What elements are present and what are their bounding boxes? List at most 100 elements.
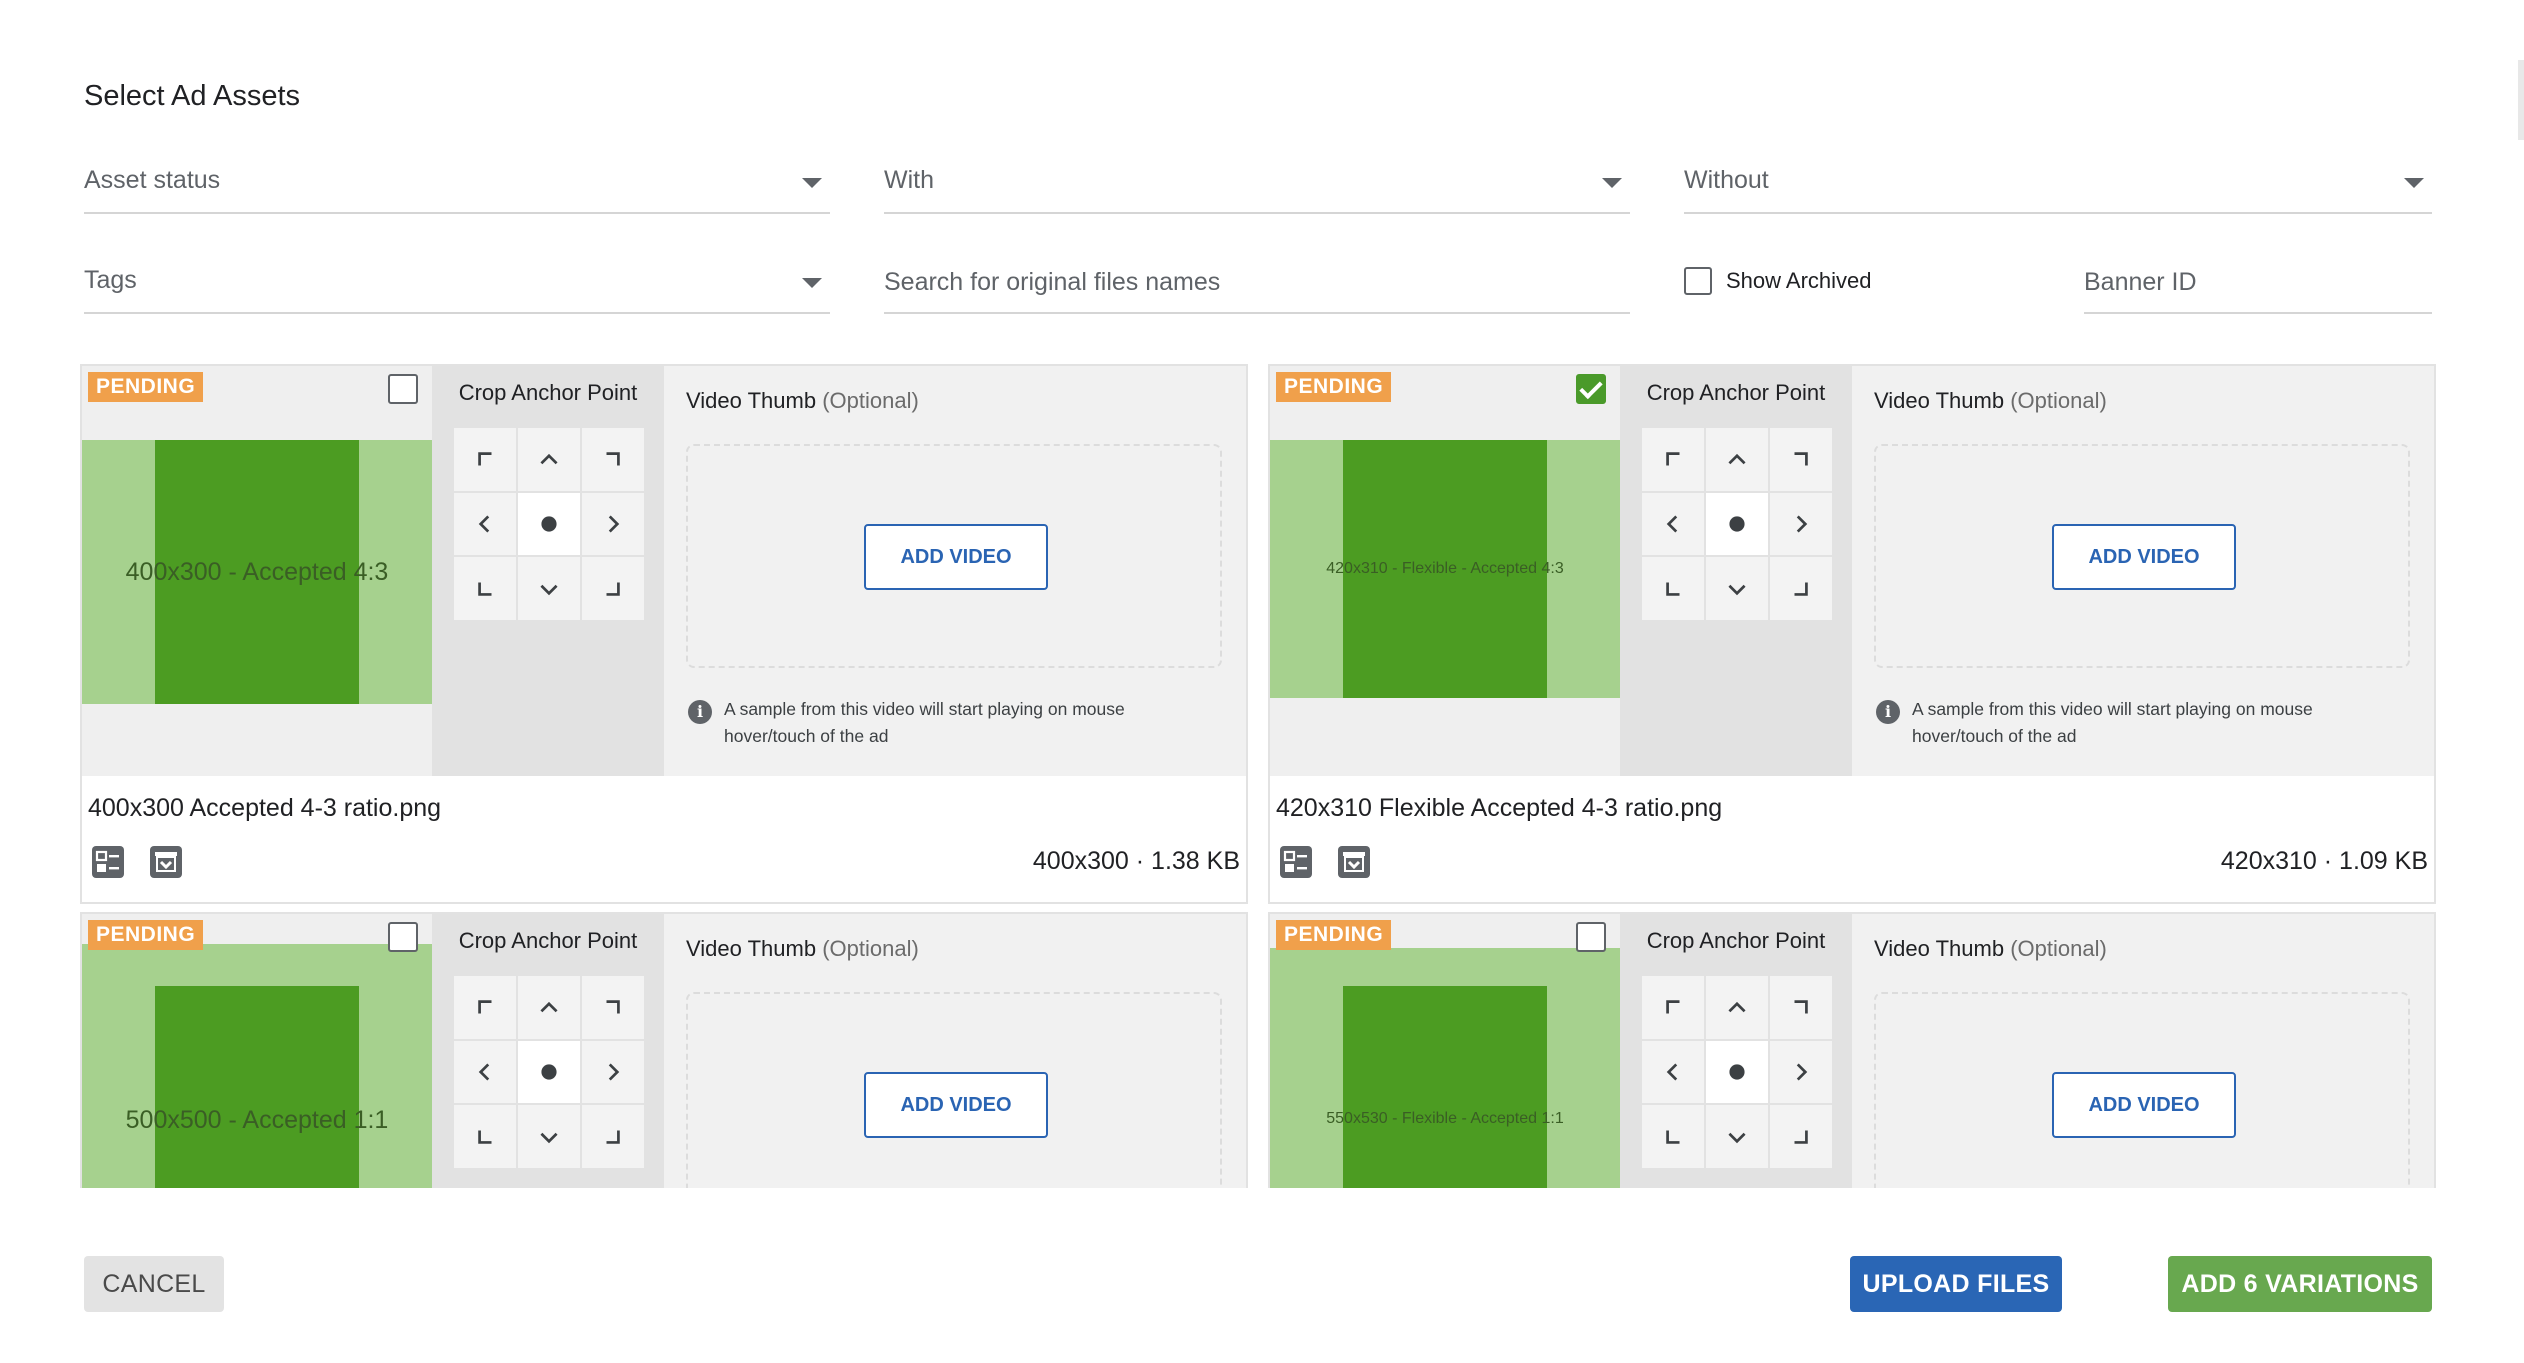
add-video-button[interactable]: ADD VIDEO: [864, 1072, 1048, 1138]
anchor-bottom[interactable]: [1706, 557, 1768, 620]
archive-icon[interactable]: [148, 844, 184, 880]
video-thumb-label: Video Thumb: [686, 388, 817, 413]
without-select[interactable]: Without: [1684, 154, 2432, 214]
crop-anchor-title: Crop Anchor Point: [1646, 928, 1826, 953]
banner-id-input[interactable]: [2084, 258, 2432, 306]
corner-top-right-icon: [606, 1000, 620, 1014]
corner-bottom-left-icon: [1666, 582, 1680, 596]
anchor-center[interactable]: [518, 1040, 580, 1104]
tags-label: Tags: [84, 266, 137, 294]
preview-caption: 400x300 - Accepted 4:3: [125, 558, 389, 586]
anchor-bottom-left[interactable]: [454, 1105, 516, 1168]
anchor-bottom-left[interactable]: [1642, 1105, 1704, 1168]
asset-preview[interactable]: 400x300 - Accepted 4:3 PENDING: [82, 366, 432, 776]
anchor-bottom-right[interactable]: [1770, 1105, 1832, 1168]
asset-actions: [1278, 844, 1372, 880]
details-icon[interactable]: [90, 844, 126, 880]
dialog-scrollbar[interactable]: [2518, 60, 2524, 140]
crop-anchor-pad: [454, 976, 644, 1168]
anchor-center[interactable]: [518, 492, 580, 556]
anchor-top-right[interactable]: [582, 428, 644, 491]
anchor-center[interactable]: [1706, 1040, 1768, 1104]
preview-caption: 500x500 - Accepted 1:1: [125, 1106, 389, 1134]
upload-files-button[interactable]: UPLOAD FILES: [1850, 1256, 2062, 1312]
anchor-top-left[interactable]: [1642, 976, 1704, 1039]
asset-file-name: 420x310 Flexible Accepted 4-3 ratio.png: [1276, 794, 1723, 822]
anchor-top-right[interactable]: [1770, 428, 1832, 491]
archive-icon[interactable]: [1336, 844, 1372, 880]
add-variations-button[interactable]: ADD 6 VARIATIONS: [2168, 1256, 2432, 1312]
anchor-left[interactable]: [1642, 1040, 1704, 1104]
asset-preview[interactable]: 550x530 - Flexible - Accepted 1:1 PENDIN…: [1270, 914, 1620, 1188]
video-thumb-title: Video Thumb (Optional): [1874, 388, 2107, 414]
with-select[interactable]: With: [884, 154, 1630, 214]
anchor-top-right[interactable]: [582, 976, 644, 1039]
add-video-button[interactable]: ADD VIDEO: [864, 524, 1048, 590]
add-video-button[interactable]: ADD VIDEO: [2052, 524, 2236, 590]
asset-status-select[interactable]: Asset status: [84, 154, 830, 214]
add-video-button[interactable]: ADD VIDEO: [2052, 1072, 2236, 1138]
crop-anchor-pad: [1642, 976, 1832, 1168]
crop-anchor-panel: Crop Anchor Point: [1620, 366, 1852, 776]
select-asset-checkbox[interactable]: [388, 374, 418, 404]
anchor-bottom-right[interactable]: [582, 557, 644, 620]
file-name-search-input[interactable]: [884, 258, 1630, 306]
video-drop-zone[interactable]: ADD VIDEO: [686, 992, 1222, 1188]
corner-top-right-icon: [1794, 1000, 1808, 1014]
anchor-center[interactable]: [1706, 492, 1768, 556]
status-badge: PENDING: [1276, 920, 1392, 950]
video-drop-zone[interactable]: ADD VIDEO: [1874, 444, 2410, 668]
asset-preview[interactable]: 500x500 - Accepted 1:1 PENDING: [82, 914, 432, 1188]
dot-icon: [1729, 1064, 1745, 1080]
anchor-top[interactable]: [518, 976, 580, 1039]
tags-select[interactable]: Tags: [84, 254, 830, 314]
anchor-bottom-right[interactable]: [1770, 557, 1832, 620]
anchor-top[interactable]: [1706, 428, 1768, 491]
anchor-top-left[interactable]: [454, 976, 516, 1039]
corner-top-left-icon: [478, 1000, 492, 1014]
anchor-right[interactable]: [582, 1040, 644, 1104]
status-badge: PENDING: [88, 372, 204, 402]
anchor-left[interactable]: [1642, 492, 1704, 556]
select-asset-checkbox[interactable]: [1576, 922, 1606, 952]
show-archived-checkbox[interactable]: [1684, 267, 1712, 295]
anchor-left[interactable]: [454, 492, 516, 556]
asset-preview[interactable]: 420x310 - Flexible - Accepted 4:3 PENDIN…: [1270, 366, 1620, 776]
anchor-bottom[interactable]: [1706, 1105, 1768, 1168]
video-thumb-panel: Video Thumb (Optional) ADD VIDEO: [664, 914, 1246, 1188]
corner-top-right-icon: [1794, 452, 1808, 466]
anchor-top-right[interactable]: [1770, 976, 1832, 1039]
anchor-bottom-left[interactable]: [454, 557, 516, 620]
video-thumb-title: Video Thumb (Optional): [1874, 936, 2107, 962]
corner-top-right-icon: [606, 452, 620, 466]
anchor-bottom-left[interactable]: [1642, 557, 1704, 620]
video-thumb-label: Video Thumb: [1874, 388, 2005, 413]
anchor-left[interactable]: [454, 1040, 516, 1104]
asset-card: 420x310 - Flexible - Accepted 4:3 PENDIN…: [1268, 364, 2436, 904]
anchor-top[interactable]: [518, 428, 580, 491]
anchor-top-left[interactable]: [454, 428, 516, 491]
anchor-bottom[interactable]: [518, 557, 580, 620]
anchor-bottom-right[interactable]: [582, 1105, 644, 1168]
show-archived-toggle[interactable]: Show Archived: [1684, 264, 1872, 298]
anchor-bottom[interactable]: [518, 1105, 580, 1168]
cancel-button[interactable]: CANCEL: [84, 1256, 224, 1312]
details-icon[interactable]: [1278, 844, 1314, 880]
video-thumb-panel: Video Thumb (Optional) ADD VIDEO i A sam…: [1852, 366, 2434, 776]
video-drop-zone[interactable]: ADD VIDEO: [686, 444, 1222, 668]
anchor-top-left[interactable]: [1642, 428, 1704, 491]
asset-actions: [90, 844, 184, 880]
anchor-right[interactable]: [1770, 492, 1832, 556]
select-asset-checkbox[interactable]: [388, 922, 418, 952]
anchor-right[interactable]: [1770, 1040, 1832, 1104]
banner-id-field: [2084, 254, 2432, 314]
optional-label: (Optional): [2010, 388, 2107, 413]
anchor-right[interactable]: [582, 492, 644, 556]
asset-grid[interactable]: 400x300 - Accepted 4:3 PENDING Crop Anch…: [80, 364, 2436, 1188]
anchor-top[interactable]: [1706, 976, 1768, 1039]
video-thumb-label: Video Thumb: [1874, 936, 2005, 961]
chevron-right-icon: [608, 515, 620, 533]
select-asset-checkbox[interactable]: [1576, 374, 1606, 404]
chevron-left-icon: [478, 1063, 490, 1081]
video-drop-zone[interactable]: ADD VIDEO: [1874, 992, 2410, 1188]
